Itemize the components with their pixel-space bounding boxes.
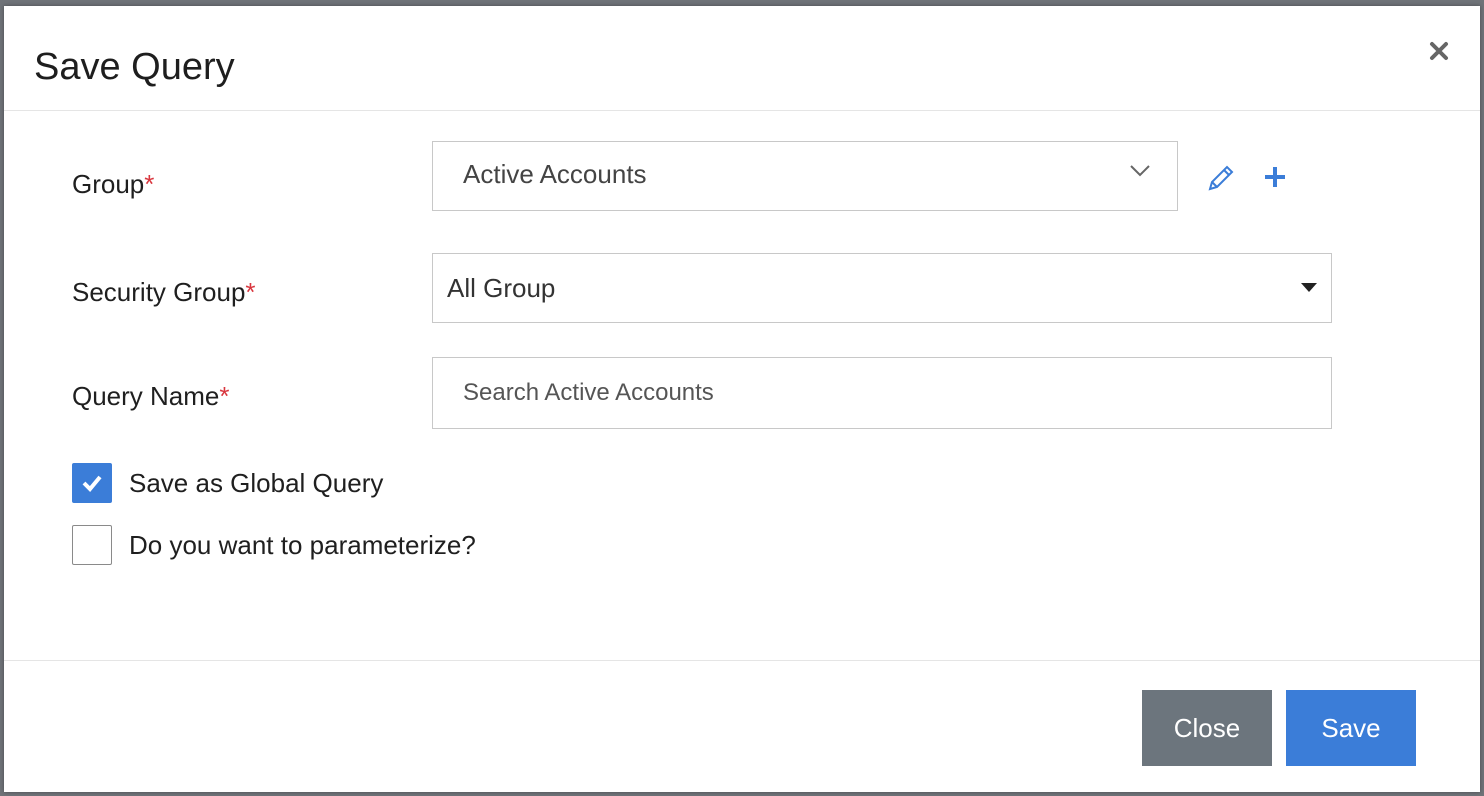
required-marker: *	[219, 381, 230, 411]
dialog-footer: Close Save	[4, 660, 1480, 792]
group-row: Group* Active Accounts	[4, 141, 1480, 213]
save-global-checkbox[interactable]	[72, 463, 112, 503]
parameterize-label: Do you want to parameterize?	[129, 529, 476, 560]
close-icon[interactable]	[1424, 36, 1454, 66]
parameterize-option: Do you want to parameterize?	[72, 525, 476, 565]
dialog-header: Save Query	[4, 6, 1480, 111]
security-group-selected-value: All Group	[447, 273, 556, 303]
pencil-icon[interactable]	[1206, 163, 1236, 198]
query-name-row: Query Name*	[4, 357, 1480, 429]
save-global-option: Save as Global Query	[72, 463, 383, 503]
security-group-label: Security Group*	[72, 277, 256, 307]
close-button[interactable]: Close	[1142, 690, 1272, 766]
caret-down-icon	[1301, 283, 1317, 292]
save-button[interactable]: Save	[1286, 690, 1416, 766]
group-selected-value: Active Accounts	[463, 159, 647, 189]
security-group-row: Security Group* All Group	[4, 253, 1480, 323]
group-select[interactable]: Active Accounts	[432, 141, 1178, 211]
parameterize-checkbox[interactable]	[72, 525, 112, 565]
checkmark-icon	[82, 475, 102, 492]
dialog-title: Save Query	[34, 46, 235, 88]
required-marker: *	[144, 169, 155, 199]
query-name-label: Query Name*	[72, 381, 230, 411]
security-group-select[interactable]: All Group	[432, 253, 1332, 323]
group-label: Group*	[72, 169, 155, 199]
required-marker: *	[245, 277, 256, 307]
save-global-label: Save as Global Query	[129, 467, 384, 498]
plus-icon[interactable]	[1263, 165, 1287, 194]
save-query-dialog: Save Query Group* Active Accounts Securi…	[4, 6, 1480, 792]
query-name-input[interactable]	[432, 357, 1332, 429]
chevron-down-icon	[1129, 164, 1151, 183]
